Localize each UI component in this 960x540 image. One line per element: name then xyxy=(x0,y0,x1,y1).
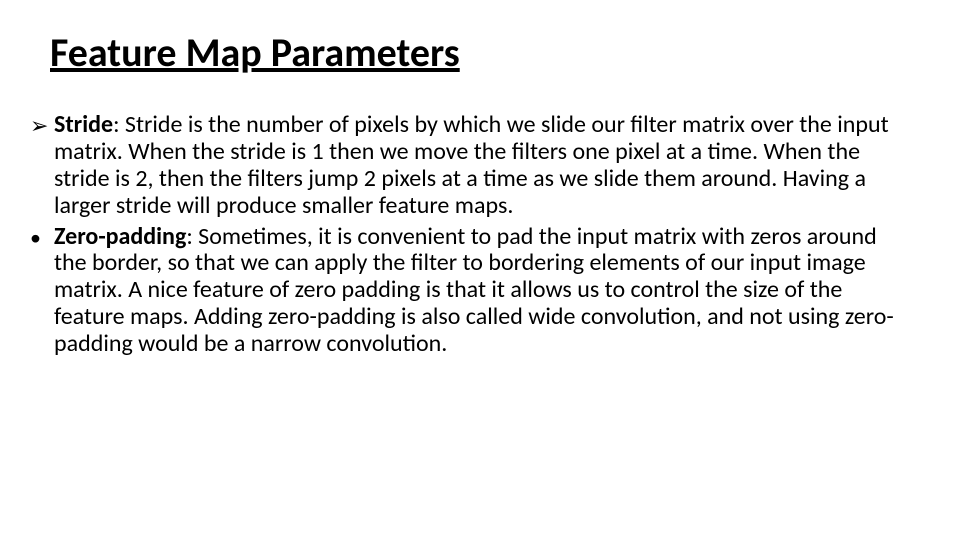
dot-bullet-icon: • xyxy=(30,224,54,251)
list-item: ➢ Stride: Stride is the number of pixels… xyxy=(30,112,900,220)
item-text: Stride: Stride is the number of pixels b… xyxy=(54,112,900,220)
item-term: Stride xyxy=(54,110,113,139)
slide-body: ➢ Stride: Stride is the number of pixels… xyxy=(30,112,900,362)
item-term: Zero-padding xyxy=(54,222,186,251)
item-text: Zero-padding: Sometimes, it is convenien… xyxy=(54,224,900,358)
slide-title: Feature Map Parameters xyxy=(50,28,460,77)
arrow-bullet-icon: ➢ xyxy=(30,112,54,139)
item-description: : Stride is the number of pixels by whic… xyxy=(54,110,889,220)
list-item: • Zero-padding: Sometimes, it is conveni… xyxy=(30,224,900,358)
slide: Feature Map Parameters ➢ Stride: Stride … xyxy=(0,0,960,540)
